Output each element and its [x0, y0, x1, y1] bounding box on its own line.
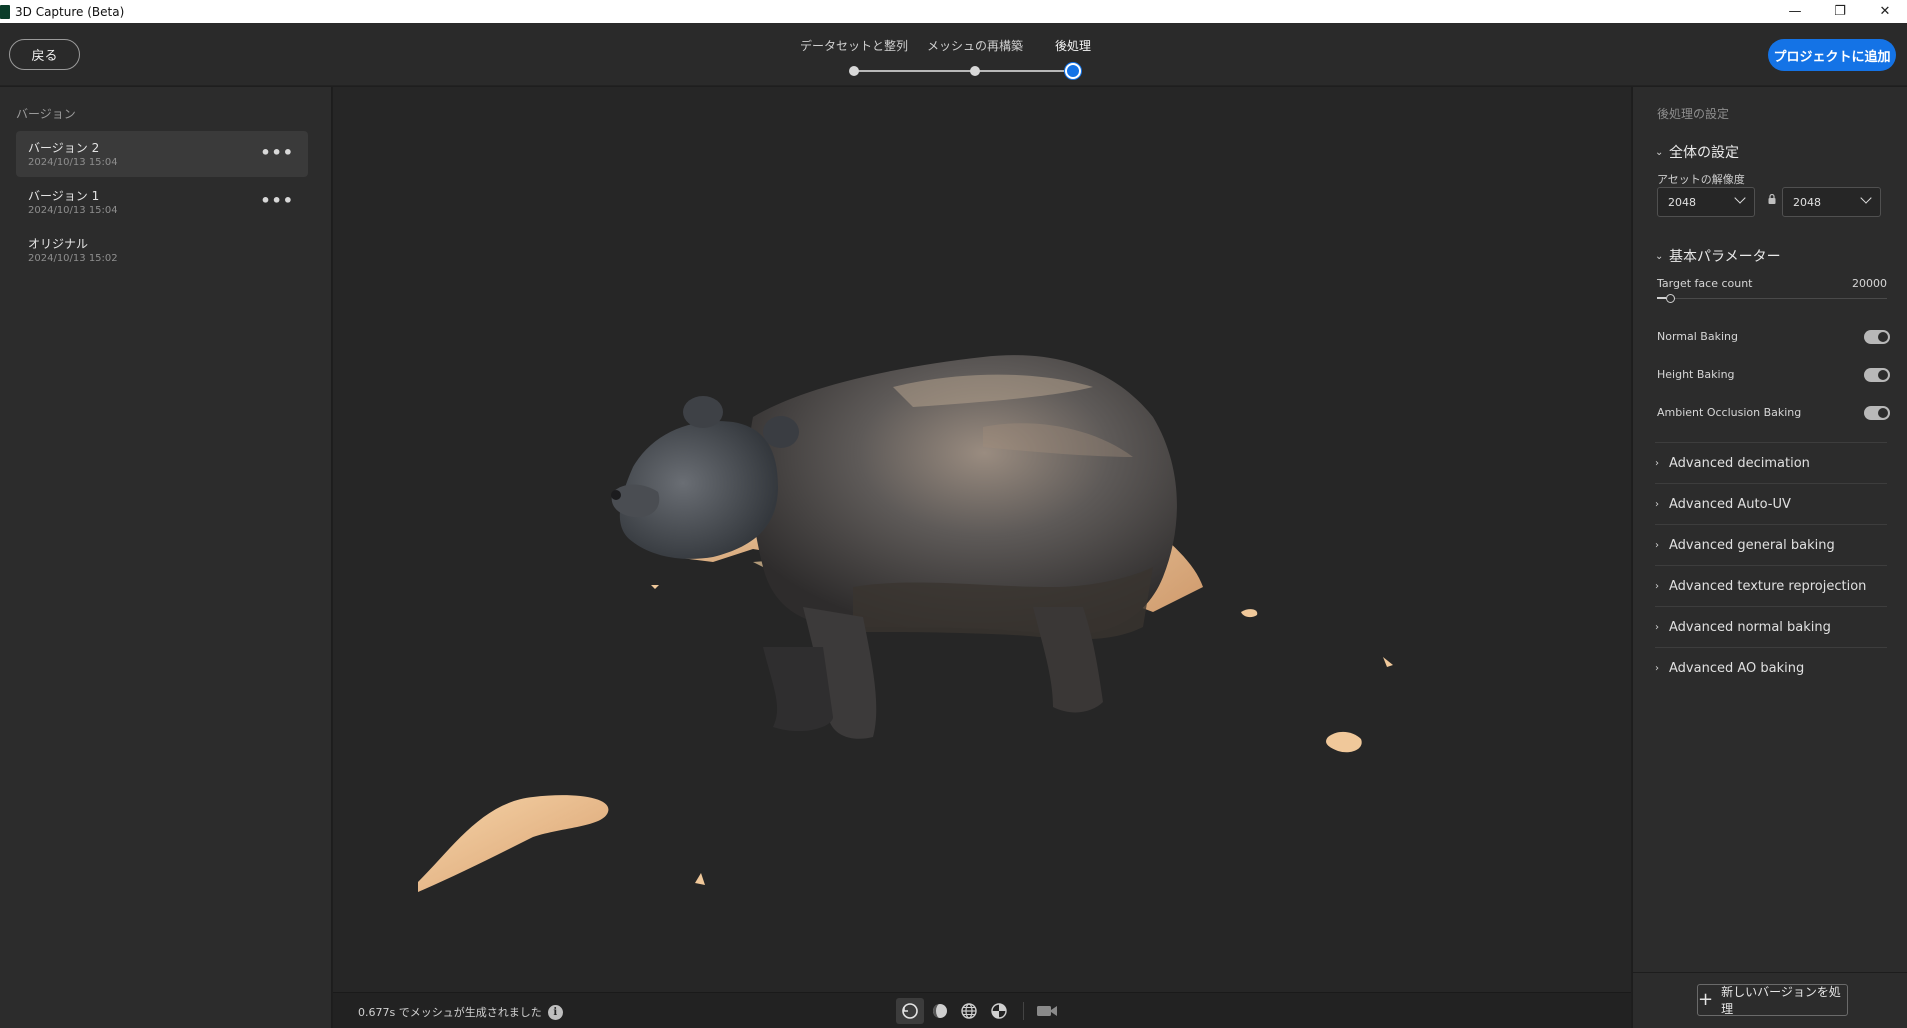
mesh-generated-text: 0.677s でメッシュが生成されました: [358, 1006, 542, 1019]
slider-fill: [1657, 297, 1666, 299]
advanced-normal-baking-label: Advanced normal baking: [1669, 619, 1831, 635]
advanced-texture-reprojection-section[interactable]: › Advanced texture reprojection: [1655, 565, 1887, 606]
version-date: 2024/10/13 15:02: [28, 253, 118, 264]
target-face-count-value[interactable]: 20000: [1852, 277, 1887, 290]
version-item[interactable]: バージョン 1 2024/10/13 15:04 •••: [16, 179, 308, 225]
step-dataset-label[interactable]: データセットと整列: [800, 37, 908, 54]
workflow-stepper: データセットと整列 メッシュの再構築 後処理: [800, 37, 1100, 79]
advanced-ao-baking-label: Advanced AO baking: [1669, 660, 1805, 676]
step-mesh-dot[interactable]: [970, 66, 980, 76]
app-icon: [0, 4, 10, 19]
chevron-down-icon: ⌄: [1655, 250, 1664, 262]
restore-button[interactable]: ❐: [1818, 0, 1862, 23]
chevron-down-icon: [1734, 192, 1746, 204]
camera-icon[interactable]: [1033, 998, 1061, 1024]
chevron-down-icon: [1860, 192, 1872, 204]
basic-params-label: 基本パラメーター: [1669, 249, 1781, 265]
target-face-count-control: Target face count 20000: [1657, 277, 1887, 307]
bear-model-render[interactable]: [333, 87, 1631, 992]
step-mesh-label[interactable]: メッシュの再構築: [927, 37, 1023, 54]
chevron-right-icon: ›: [1655, 621, 1659, 633]
minimize-button[interactable]: —: [1773, 0, 1817, 23]
version-name: バージョン 2: [28, 141, 100, 155]
chevron-down-icon: ⌄: [1655, 146, 1664, 158]
lock-icon[interactable]: [1768, 194, 1776, 204]
chevron-right-icon: ›: [1655, 539, 1659, 551]
plus-icon: +: [1698, 989, 1714, 1010]
slider-track[interactable]: [1657, 298, 1887, 299]
resolution-width-value: 2048: [1668, 195, 1696, 209]
viewport-toolbar: 0.677s でメッシュが生成されました i: [333, 992, 1631, 1028]
settings-footer: + 新しいバージョンを処理: [1633, 972, 1907, 1028]
advanced-decimation-label: Advanced decimation: [1669, 455, 1810, 471]
app-header: 戻る データセットと整列 メッシュの再構築 後処理 プロジェクトに追加: [0, 23, 1907, 86]
advanced-ao-baking-section[interactable]: › Advanced AO baking: [1655, 647, 1887, 688]
chevron-right-icon: ›: [1655, 498, 1659, 510]
wireframe-globe-icon[interactable]: [955, 998, 983, 1024]
advanced-auto-uv-section[interactable]: › Advanced Auto-UV: [1655, 483, 1887, 524]
settings-panel: 後処理の設定 ⌄ 全体の設定 アセットの解像度 2048 2048 ⌄ 基本パラ…: [1632, 87, 1907, 1028]
advanced-normal-baking-section[interactable]: › Advanced normal baking: [1655, 606, 1887, 647]
shaded-sphere-icon[interactable]: [926, 998, 954, 1024]
slider-thumb[interactable]: [1666, 294, 1675, 303]
close-button[interactable]: ✕: [1863, 0, 1907, 23]
step-connector: [858, 70, 971, 72]
advanced-auto-uv-label: Advanced Auto-UV: [1669, 496, 1791, 512]
settings-title: 後処理の設定: [1657, 107, 1730, 121]
global-settings-section[interactable]: ⌄ 全体の設定: [1655, 142, 1739, 162]
step-postprocess-label[interactable]: 後処理: [1055, 37, 1091, 54]
versions-panel: バージョン バージョン 2 2024/10/13 15:04 ••• バージョン…: [0, 87, 332, 1028]
version-date: 2024/10/13 15:04: [28, 157, 118, 168]
back-button[interactable]: 戻る: [9, 39, 80, 70]
resolution-height-select[interactable]: 2048: [1782, 187, 1881, 217]
global-settings-label: 全体の設定: [1669, 145, 1739, 161]
version-name: バージョン 1: [28, 189, 100, 203]
toolbar-divider: [1023, 1002, 1024, 1020]
process-new-version-label: 新しいバージョンを処理: [1721, 985, 1841, 1016]
info-icon[interactable]: i: [547, 1004, 563, 1020]
asset-resolution-label: アセットの解像度: [1657, 173, 1745, 186]
version-date: 2024/10/13 15:04: [28, 205, 118, 216]
normal-baking-toggle[interactable]: [1864, 330, 1890, 344]
orbit-icon[interactable]: [896, 998, 924, 1024]
height-baking-label: Height Baking: [1657, 368, 1735, 381]
normal-baking-label: Normal Baking: [1657, 330, 1738, 343]
version-name: オリジナル: [28, 237, 89, 251]
ao-baking-label: Ambient Occlusion Baking: [1657, 406, 1802, 419]
version-item[interactable]: オリジナル 2024/10/13 15:02: [16, 227, 308, 273]
advanced-general-baking-section[interactable]: › Advanced general baking: [1655, 524, 1887, 565]
status-message: 0.677s でメッシュが生成されました i: [358, 1004, 563, 1020]
chevron-right-icon: ›: [1655, 457, 1659, 469]
chevron-right-icon: ›: [1655, 580, 1659, 592]
3d-viewport[interactable]: [333, 87, 1631, 992]
advanced-decimation-section[interactable]: › Advanced decimation: [1655, 442, 1887, 483]
versions-heading: バージョン: [16, 107, 76, 121]
advanced-general-baking-label: Advanced general baking: [1669, 537, 1835, 553]
add-to-project-button[interactable]: プロジェクトに追加: [1768, 39, 1896, 71]
step-connector: [979, 70, 1067, 72]
ao-baking-toggle[interactable]: [1864, 406, 1890, 420]
advanced-texture-reprojection-label: Advanced texture reprojection: [1669, 578, 1867, 594]
resolution-height-value: 2048: [1793, 195, 1821, 209]
step-postprocess-dot[interactable]: [1065, 63, 1081, 79]
window-titlebar: 3D Capture (Beta) — ❐ ✕: [0, 0, 1907, 23]
basic-params-section[interactable]: ⌄ 基本パラメーター: [1655, 246, 1781, 266]
step-dataset-dot[interactable]: [849, 66, 859, 76]
version-item[interactable]: バージョン 2 2024/10/13 15:04 •••: [16, 131, 308, 177]
more-options-icon[interactable]: •••: [260, 191, 294, 210]
chevron-right-icon: ›: [1655, 662, 1659, 674]
process-new-version-button[interactable]: + 新しいバージョンを処理: [1697, 984, 1848, 1016]
window-title: 3D Capture (Beta): [15, 4, 125, 19]
texture-globe-icon[interactable]: [985, 998, 1013, 1024]
resolution-width-select[interactable]: 2048: [1657, 187, 1755, 217]
target-face-count-label: Target face count: [1657, 277, 1753, 290]
more-options-icon[interactable]: •••: [260, 143, 294, 162]
height-baking-toggle[interactable]: [1864, 368, 1890, 382]
